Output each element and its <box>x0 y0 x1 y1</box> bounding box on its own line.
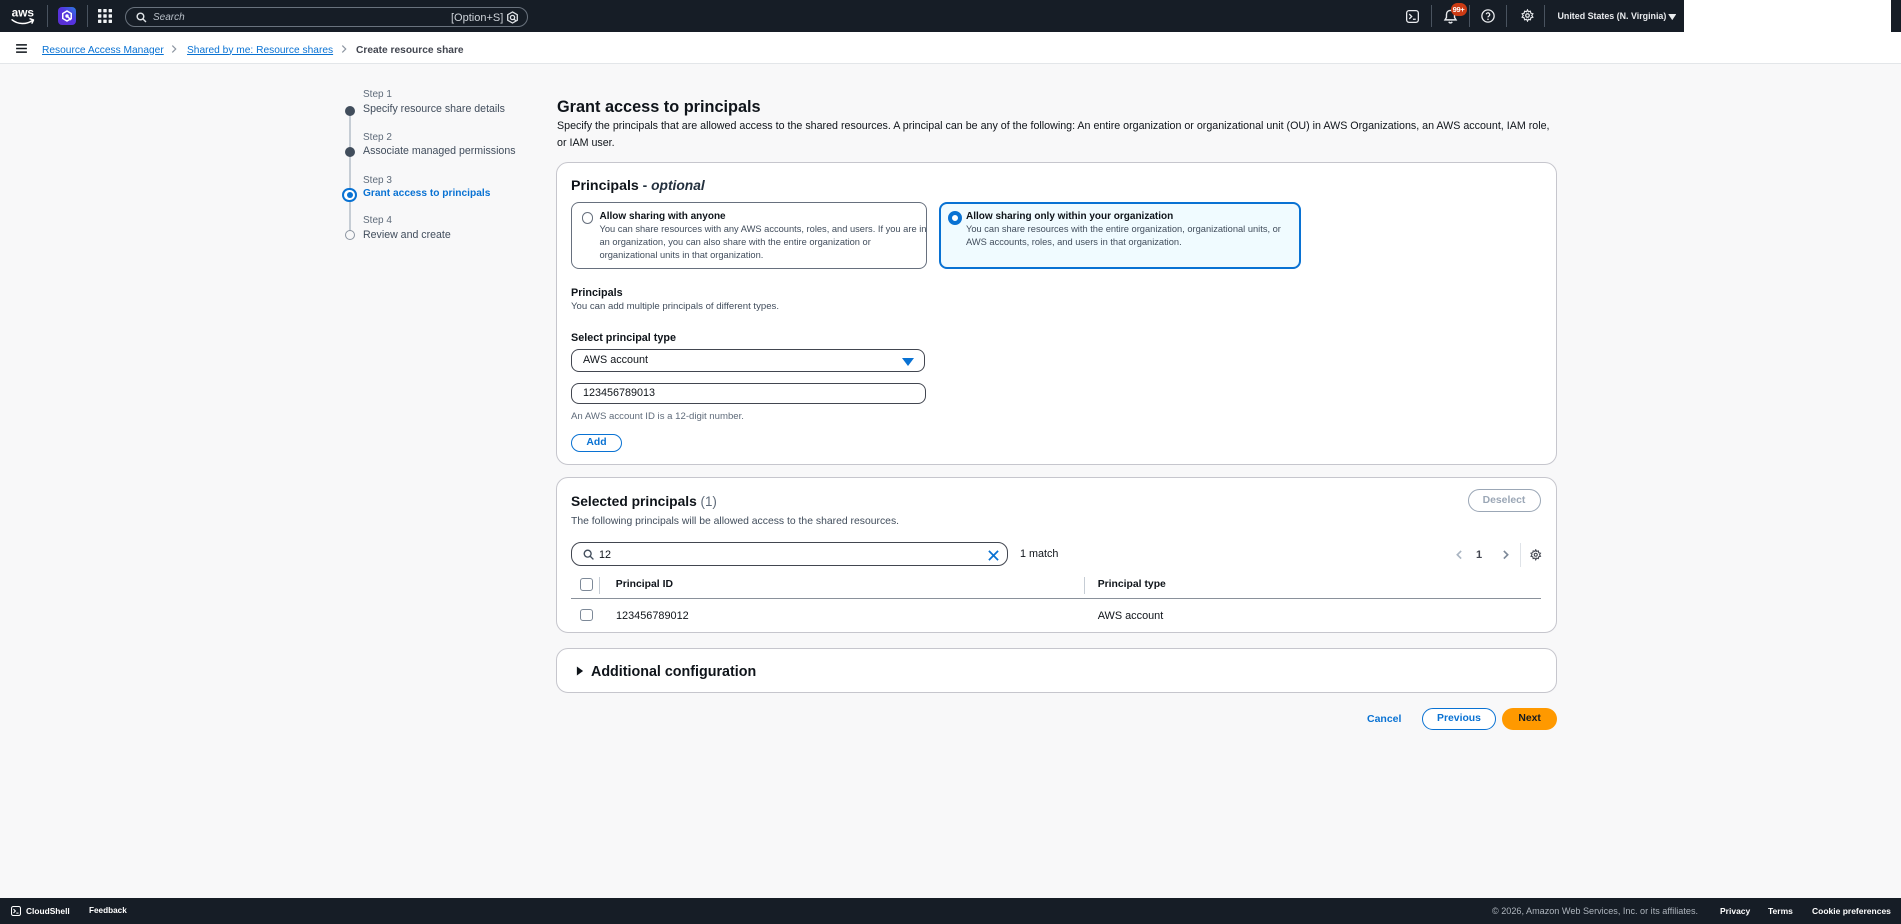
svg-text:aws: aws <box>12 6 35 19</box>
